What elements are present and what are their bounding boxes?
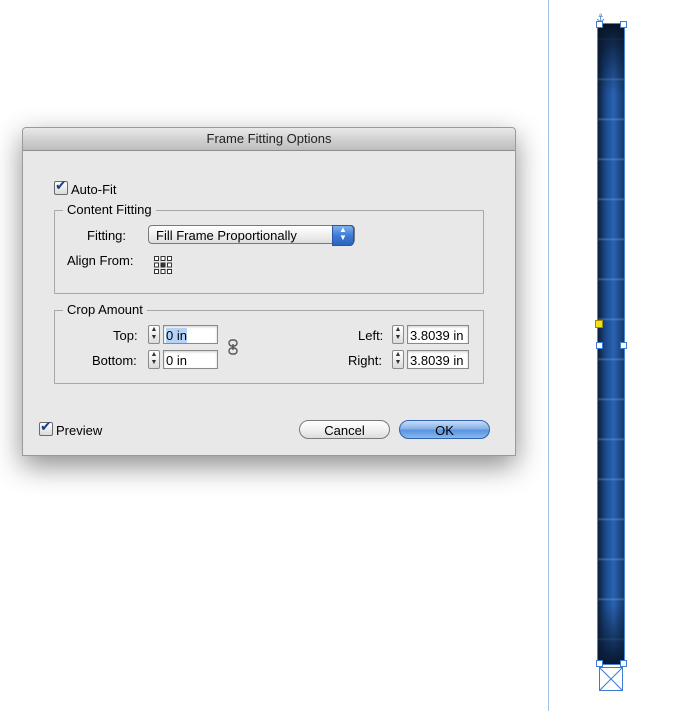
checkmark-icon: ✔: [55, 177, 67, 193]
frame-handle-bottom-left[interactable]: [596, 660, 603, 667]
top-field[interactable]: 0 in: [163, 325, 218, 344]
top-field-value: 0 in: [166, 328, 187, 343]
crop-amount-group-label: Crop Amount: [63, 302, 147, 317]
empty-frame-cross-icon: [600, 668, 622, 690]
top-stepper[interactable]: ▲ ▼: [148, 325, 160, 344]
align-from-label: Align From:: [67, 253, 134, 268]
frame-handle-top-right[interactable]: [620, 21, 627, 28]
preview-checkbox[interactable]: ✔: [39, 418, 53, 436]
bottom-field[interactable]: 0 in: [163, 350, 218, 369]
frame-handle-top-left[interactable]: [596, 21, 603, 28]
content-fitting-group-label: Content Fitting: [63, 202, 156, 217]
right-stepper[interactable]: ▲ ▼: [392, 350, 404, 369]
left-field-value: 3.8039 in: [410, 328, 464, 343]
left-stepper[interactable]: ▲ ▼: [392, 325, 404, 344]
frame-center-point[interactable]: [595, 320, 603, 328]
empty-frame-placeholder[interactable]: [599, 667, 623, 691]
fitting-popup-value: Fill Frame Proportionally: [156, 228, 297, 243]
auto-fit-checkbox[interactable]: ✔: [54, 177, 68, 195]
fitting-label: Fitting:: [87, 228, 127, 243]
frame-fitting-options-dialog: Frame Fitting Options ✔ Auto-Fit Content…: [22, 127, 516, 456]
left-field[interactable]: 3.8039 in: [407, 325, 469, 344]
page-edge-guide: [548, 0, 549, 711]
frame-handle-middle-right[interactable]: [620, 342, 627, 349]
preview-label: Preview: [56, 423, 103, 438]
popup-arrows-icon: ▲ ▼: [332, 225, 354, 246]
cancel-button[interactable]: Cancel: [299, 420, 390, 439]
bottom-stepper[interactable]: ▲ ▼: [148, 350, 160, 369]
fitting-popup[interactable]: Fill Frame Proportionally ▲ ▼: [148, 225, 355, 246]
top-label: Top:: [113, 328, 138, 343]
reference-point-grid-icon[interactable]: [154, 256, 172, 274]
right-field-value: 3.8039 in: [410, 353, 464, 368]
chain-link-icon[interactable]: [226, 339, 240, 355]
checkmark-icon: ✔: [40, 418, 52, 434]
layout-canvas[interactable]: ⚓ Frame Fitting Options ✔ Auto-Fit Conte…: [0, 0, 675, 711]
bottom-label: Bottom:: [92, 353, 137, 368]
frame-handle-bottom-right[interactable]: [620, 660, 627, 667]
dialog-title: Frame Fitting Options: [23, 128, 515, 151]
crop-amount-group: [54, 310, 484, 384]
content-fitting-group: [54, 210, 484, 294]
bottom-field-value: 0 in: [166, 353, 187, 368]
ok-button[interactable]: OK: [399, 420, 490, 439]
right-field[interactable]: 3.8039 in: [407, 350, 469, 369]
frame-handle-middle-left[interactable]: [596, 342, 603, 349]
right-label: Right:: [348, 353, 382, 368]
auto-fit-label: Auto-Fit: [71, 182, 117, 197]
left-label: Left:: [358, 328, 384, 343]
